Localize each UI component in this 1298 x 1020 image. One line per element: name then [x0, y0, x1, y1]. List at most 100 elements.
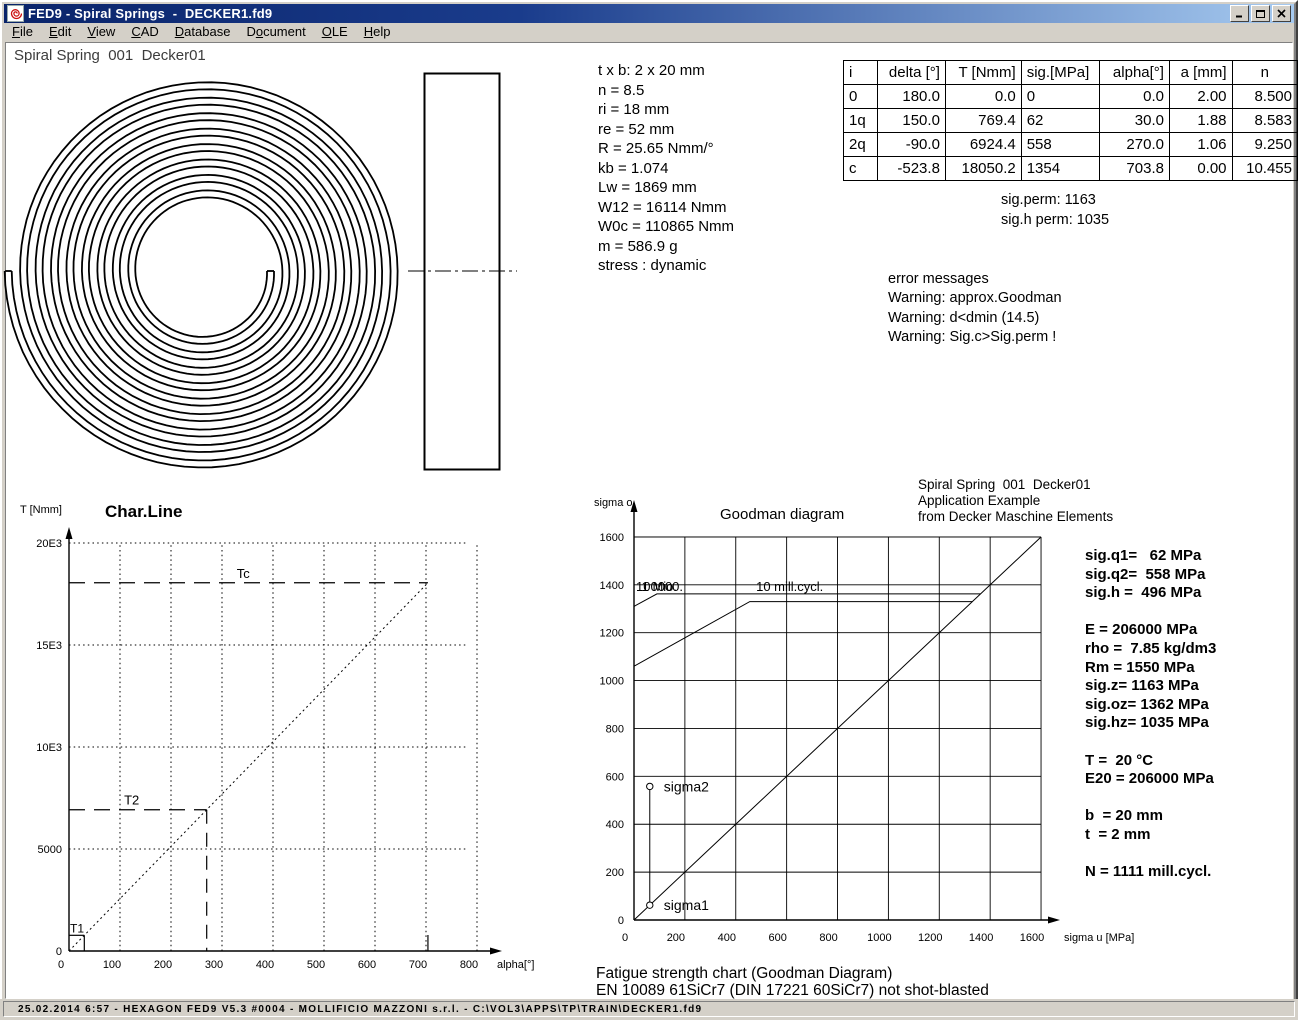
error-message-line: error messages [888, 270, 1062, 289]
y-tick-label: 200 [606, 867, 624, 879]
close-button[interactable] [1272, 5, 1291, 22]
maximize-icon [1256, 9, 1265, 18]
x-tick-label: 700 [409, 959, 427, 971]
table-cell: 30.0 [1100, 109, 1170, 133]
spring-drawing [0, 55, 560, 495]
spiral-icon-glyph [9, 7, 22, 20]
x-axis-arrow [1048, 917, 1060, 924]
sigma2-marker [647, 783, 653, 789]
goodman-header-line: Spiral Spring 001 Decker01 [918, 477, 1113, 493]
table-cell: 1.06 [1169, 133, 1232, 157]
material-info-line: sig.oz= 1362 MPa [1085, 696, 1216, 715]
material-info-line [1085, 845, 1216, 864]
app-spiral-icon [7, 5, 24, 22]
footer-line: EN 10089 61SiCr7 (DIN 17221 60SiCr7) not… [596, 982, 989, 999]
y-tick-label: 1400 [600, 580, 624, 592]
T2-label: T2 [124, 793, 139, 808]
material-info-line: sig.q1= 62 MPa [1085, 547, 1216, 566]
y-axis-label: sigma o [594, 497, 633, 509]
T1-label: T1 [70, 921, 84, 935]
results-table: idelta [°]T [Nmm]sig.[MPa]alpha[°]a [mm]… [843, 60, 1298, 181]
minimize-button[interactable] [1230, 5, 1249, 22]
menu-item-document[interactable]: Document [238, 23, 313, 41]
spring-parameter-line: kb = 1.074 [598, 159, 734, 179]
y-axis-label: T [Nmm] [20, 504, 62, 516]
material-info-line: E = 206000 MPa [1085, 621, 1216, 640]
material-info-line: sig.h = 496 MPa [1085, 584, 1216, 603]
menu-item-database[interactable]: Database [167, 23, 239, 41]
window-buttons [1230, 5, 1294, 22]
material-info-line: sig.z= 1163 MPa [1085, 677, 1216, 696]
material-info-line: sig.q2= 558 MPa [1085, 566, 1216, 585]
results-table-wrap: idelta [°]T [Nmm]sig.[MPa]alpha[°]a [mm]… [843, 60, 1298, 181]
menu-item-ole[interactable]: OLE [314, 23, 356, 41]
char-line-chart: TcT2T1Char.LineT [Nmm]0500010E315E320E30… [0, 495, 560, 1000]
table-cell: -523.8 [877, 157, 945, 181]
material-info-line: t = 2 mm [1085, 826, 1216, 845]
material-info-line [1085, 733, 1216, 752]
maximize-button[interactable] [1251, 5, 1270, 22]
menu-item-cad[interactable]: CAD [123, 23, 166, 41]
close-icon [1277, 9, 1286, 18]
title-bar[interactable]: FED9 - Spiral Springs - DECKER1.fd9 [4, 4, 1294, 23]
table-row: c-523.818050.21354703.80.0010.455 [844, 157, 1298, 181]
error-message-line: Warning: Sig.c>Sig.perm ! [888, 328, 1062, 347]
sigma2-label: sigma2 [664, 778, 709, 794]
y-tick-label: 600 [606, 771, 624, 783]
table-cell: 9.250 [1232, 133, 1297, 157]
chart-title: Goodman diagram [720, 506, 844, 523]
table-cell: 769.4 [945, 109, 1021, 133]
menu-item-file[interactable]: File [4, 23, 41, 41]
status-bar: 25.02.2014 6:57 - HEXAGON FED9 V5.3 #000… [0, 999, 1298, 1020]
x-tick-label: 600 [768, 932, 786, 944]
x-tick-label: 1400 [969, 932, 993, 944]
x-tick-label: 100 [103, 959, 121, 971]
table-cell: 0.0 [1100, 85, 1170, 109]
table-cell: 10.455 [1232, 157, 1297, 181]
table-header-5: a [mm] [1169, 61, 1232, 85]
spring-parameter-line: Lw = 1869 mm [598, 178, 734, 198]
y-tick-label: 5000 [38, 844, 62, 856]
characteristic-line [69, 583, 428, 951]
material-info-line: E20 = 206000 MPa [1085, 770, 1216, 789]
x-tick-label: 300 [205, 959, 223, 971]
material-info-line [1085, 789, 1216, 808]
table-cell: 1.88 [1169, 109, 1232, 133]
cycle-label: 10 mill.cycl. [756, 579, 823, 594]
table-cell: 558 [1021, 133, 1100, 157]
window-title: FED9 - Spiral Springs - DECKER1.fd9 [28, 6, 272, 21]
x-tick-label: 800 [819, 932, 837, 944]
material-info-line [1085, 603, 1216, 622]
table-row: 1q150.0769.46230.01.888.583 [844, 109, 1298, 133]
status-text: 25.02.2014 6:57 - HEXAGON FED9 V5.3 #000… [3, 1001, 1295, 1017]
table-cell: 2q [844, 133, 878, 157]
table-cell: 270.0 [1100, 133, 1170, 157]
table-cell: 6924.4 [945, 133, 1021, 157]
menu-item-edit[interactable]: Edit [41, 23, 79, 41]
menu-item-help[interactable]: Help [356, 23, 399, 41]
y-tick-label: 15E3 [36, 640, 62, 652]
table-header-0: i [844, 61, 878, 85]
y-tick-label: 20E3 [36, 538, 62, 550]
x-axis-label: alpha[°] [497, 959, 534, 971]
error-messages: error messagesWarning: approx.GoodmanWar… [888, 270, 1062, 347]
spring-parameter-line: ri = 18 mm [598, 100, 734, 120]
table-cell: 0.00 [1169, 157, 1232, 181]
Tc-label: Tc [237, 566, 251, 581]
y-tick-label: 1000 [600, 676, 624, 688]
material-info-line: N = 1111 mill.cycl. [1085, 863, 1216, 882]
x-tick-label: 800 [460, 959, 478, 971]
x-axis-label: sigma u [MPa] [1064, 932, 1134, 944]
material-info: sig.q1= 62 MPasig.q2= 558 MPasig.h = 496… [1085, 547, 1216, 882]
x-tick-label: 200 [667, 932, 685, 944]
table-cell: 1q [844, 109, 878, 133]
spring-parameter-line: n = 8.5 [598, 81, 734, 101]
table-cell: 2.00 [1169, 85, 1232, 109]
sigma1-label: sigma1 [664, 897, 709, 913]
y-tick-label: 10E3 [36, 742, 62, 754]
x-tick-label: 200 [154, 959, 172, 971]
material-info-line: Rm = 1550 MPa [1085, 659, 1216, 678]
spring-parameter-line: re = 52 mm [598, 120, 734, 140]
menu-item-view[interactable]: View [79, 23, 123, 41]
x-tick-label: 0 [58, 959, 64, 971]
